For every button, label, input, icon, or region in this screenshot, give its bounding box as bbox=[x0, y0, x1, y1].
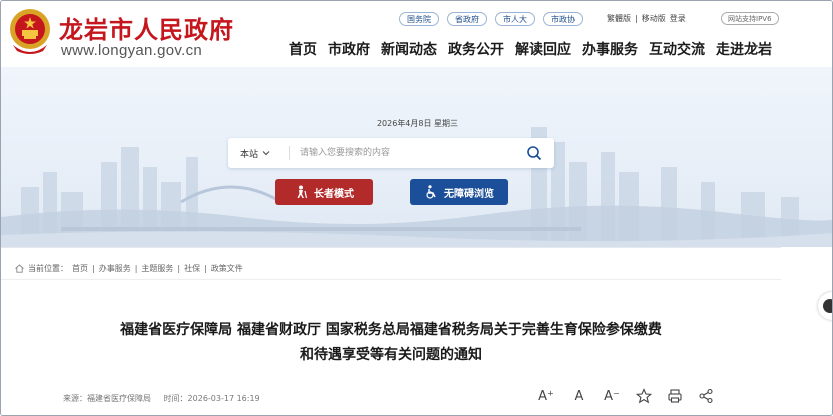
link-municipal-congress[interactable]: 市人大 bbox=[495, 12, 535, 26]
breadcrumb-separator: | bbox=[204, 264, 207, 273]
nav-home[interactable]: 首页 bbox=[289, 39, 317, 59]
nav-interpretation[interactable]: 解读回应 bbox=[515, 39, 571, 59]
search-icon[interactable] bbox=[526, 145, 542, 161]
side-scroll-handle[interactable] bbox=[818, 292, 832, 320]
elder-mode-button[interactable]: 长者模式 bbox=[275, 179, 373, 205]
breadcrumb-separator: | bbox=[177, 264, 181, 273]
site-url: www.longyan.gov.cn bbox=[61, 42, 203, 59]
font-decrease-button[interactable]: A⁻ bbox=[603, 389, 621, 404]
article-card: 当前位置： 首页 | 办事服务 | 主题服务 | 社保 | 政策文件 福建省医疗… bbox=[1, 247, 781, 415]
breadcrumb-theme-services[interactable]: 主题服务 bbox=[141, 263, 173, 274]
nav-news[interactable]: 新闻动态 bbox=[381, 39, 437, 59]
national-emblem-icon bbox=[10, 9, 50, 54]
article-title: 福建省医疗保障局 福建省财政厅 国家税务总局福建省税务局关于完善生育保险参保缴费… bbox=[1, 318, 781, 368]
site-header: 龙岩市人民政府 www.longyan.gov.cn 国务院 省政府 市人大 市… bbox=[1, 1, 832, 67]
mobile-version-link[interactable]: 移动版 bbox=[642, 14, 666, 23]
wheelchair-icon bbox=[426, 185, 436, 199]
breadcrumb-prefix: 当前位置： bbox=[28, 264, 68, 273]
link-municipal-cppcc[interactable]: 市政协 bbox=[543, 12, 583, 26]
breadcrumb-separator: | bbox=[92, 264, 95, 273]
share-icon[interactable] bbox=[698, 388, 714, 404]
breadcrumb-home[interactable]: 首页 bbox=[72, 263, 88, 274]
article-meta: 来源：福建省医疗保障局 时间：2026-03-17 16:19 bbox=[63, 393, 270, 404]
article-title-line-1: 福建省医疗保障局 福建省财政厅 国家税务总局福建省税务局关于完善生育保险参保缴费 bbox=[120, 322, 662, 338]
font-normal-button[interactable]: A bbox=[570, 389, 588, 404]
accessibility-button[interactable]: 无障碍浏览 bbox=[410, 179, 508, 205]
breadcrumb-policy-docs[interactable]: 政策文件 bbox=[211, 263, 243, 274]
ipv6-badge: 网站支持IPV6 bbox=[721, 12, 779, 25]
breadcrumb-divider bbox=[1, 279, 781, 280]
home-icon bbox=[15, 264, 24, 273]
accessibility-label: 无障碍浏览 bbox=[444, 188, 494, 200]
search-bar: 本站 bbox=[228, 138, 554, 168]
print-icon[interactable] bbox=[667, 388, 683, 404]
search-input[interactable] bbox=[290, 143, 526, 163]
nav-services[interactable]: 办事服务 bbox=[582, 39, 638, 59]
traditional-version-link[interactable]: 繁體版 bbox=[607, 14, 631, 23]
nav-city-gov[interactable]: 市政府 bbox=[328, 39, 370, 59]
chevron-down-icon bbox=[262, 151, 270, 156]
main-nav: 首页 市政府 新闻动态 政务公开 解读回应 办事服务 互动交流 走进龙岩 bbox=[289, 39, 772, 59]
side-handle-dot bbox=[823, 299, 832, 313]
elder-icon bbox=[297, 185, 308, 199]
breadcrumb-separator: | bbox=[134, 264, 138, 273]
article-source: 来源：福建省医疗保障局 bbox=[63, 394, 151, 403]
banner: 2026年4月8日 星期三 本站 长者模式 无障碍浏览 bbox=[1, 67, 832, 247]
search-scope-select[interactable]: 本站 bbox=[228, 146, 290, 160]
breadcrumb-services[interactable]: 办事服务 bbox=[99, 263, 131, 274]
article-title-line-2: 和待遇享受等有关问题的通知 bbox=[300, 347, 482, 363]
font-increase-button[interactable]: A⁺ bbox=[537, 389, 555, 404]
search-scope-label: 本站 bbox=[240, 149, 259, 160]
nav-about-longyan[interactable]: 走进龙岩 bbox=[716, 39, 772, 59]
article-tools: A⁺ A A⁻ bbox=[537, 388, 714, 404]
top-links: 国务院 省政府 市人大 市政协 bbox=[399, 12, 583, 26]
link-provincial-gov[interactable]: 省政府 bbox=[447, 12, 487, 26]
current-date: 2026年4月8日 星期三 bbox=[376, 119, 459, 128]
login-link[interactable]: 登录 bbox=[670, 14, 686, 23]
site-name[interactable]: 龙岩市人民政府 bbox=[59, 10, 234, 45]
utility-links: 繁體版 | 移动版 登录 bbox=[605, 13, 688, 24]
link-state-council[interactable]: 国务院 bbox=[399, 12, 439, 26]
nav-interaction[interactable]: 互动交流 bbox=[649, 39, 705, 59]
star-icon[interactable] bbox=[636, 388, 652, 404]
breadcrumb: 当前位置： 首页 | 办事服务 | 主题服务 | 社保 | 政策文件 bbox=[15, 263, 243, 274]
breadcrumb-social-security[interactable]: 社保 bbox=[184, 263, 200, 274]
elder-mode-label: 长者模式 bbox=[314, 188, 354, 200]
nav-gov-affairs[interactable]: 政务公开 bbox=[448, 39, 504, 59]
util-separator: | bbox=[635, 14, 638, 23]
browser-frame: 龙岩市人民政府 www.longyan.gov.cn 国务院 省政府 市人大 市… bbox=[0, 0, 833, 416]
article-time: 时间：2026-03-17 16:19 bbox=[163, 394, 260, 403]
